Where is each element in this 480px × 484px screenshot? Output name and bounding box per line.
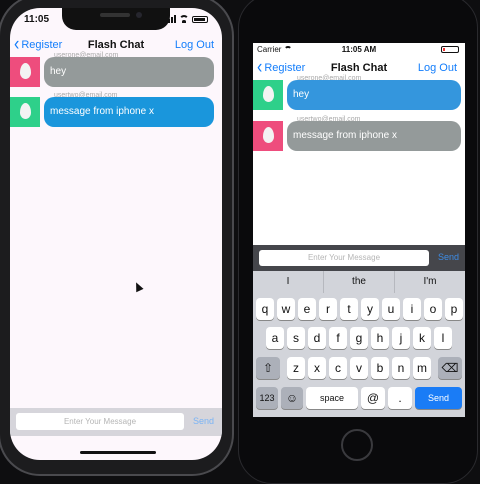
message-input-bar: Enter Your Message Send	[253, 245, 465, 271]
message-text: message from iphone x	[293, 130, 397, 141]
delete-key[interactable]: ⌫	[438, 357, 462, 379]
prediction-item[interactable]: the	[324, 271, 395, 293]
key-o[interactable]: o	[424, 298, 442, 320]
key-y[interactable]: y	[361, 298, 379, 320]
dot-key[interactable]: .	[388, 387, 412, 409]
logout-button[interactable]: Log Out	[418, 62, 457, 74]
key-h[interactable]: h	[371, 327, 389, 349]
message-input[interactable]: Enter Your Message	[16, 413, 184, 430]
message-input-bar: Enter Your Message Send	[10, 408, 222, 436]
key-w[interactable]: w	[277, 298, 295, 320]
send-button[interactable]: Send	[438, 252, 459, 262]
egg-avatar-green	[253, 80, 283, 110]
key-i[interactable]: i	[403, 298, 421, 320]
notch	[62, 8, 170, 30]
message-text: hey	[50, 66, 67, 77]
message-cell: usertwo@email.com message from iphone x	[253, 116, 465, 151]
key-row-1: q w e r t y u i o p	[253, 298, 465, 320]
egg-icon	[20, 63, 31, 79]
key-b[interactable]: b	[371, 357, 389, 379]
at-key[interactable]: @	[361, 387, 385, 409]
egg-avatar-pink	[253, 121, 283, 151]
emoji-key[interactable]: ☺	[281, 387, 303, 409]
space-key[interactable]: space	[306, 387, 358, 409]
key-row-3: ⇧ z x c v b n m ⌫	[253, 357, 465, 379]
egg-icon	[263, 86, 274, 102]
key-g[interactable]: g	[350, 327, 368, 349]
egg-icon	[20, 103, 31, 119]
key-c[interactable]: c	[329, 357, 347, 379]
key-d[interactable]: d	[308, 327, 326, 349]
iphone-8-device: Carrier 11:05 AM ‹ Register Flash Chat L…	[238, 0, 478, 484]
battery-icon	[441, 46, 459, 53]
shift-icon: ⇧	[262, 361, 274, 375]
message-bubble: hey	[44, 57, 214, 87]
key-j[interactable]: j	[392, 327, 410, 349]
egg-icon	[263, 127, 274, 143]
message-cell: usertwo@email.com message from iphone x	[10, 92, 222, 127]
wifi-icon	[179, 15, 189, 23]
key-q[interactable]: q	[256, 298, 274, 320]
message-bubble: message from iphone x	[44, 97, 214, 127]
key-l[interactable]: l	[434, 327, 452, 349]
message-bubble: hey	[287, 80, 461, 110]
key-m[interactable]: m	[413, 357, 431, 379]
key-e[interactable]: e	[298, 298, 316, 320]
return-send-key[interactable]: Send	[415, 387, 462, 409]
numbers-key[interactable]: 123	[256, 387, 278, 409]
key-u[interactable]: u	[382, 298, 400, 320]
message-text: message from iphone x	[50, 106, 154, 117]
prediction-item[interactable]: I	[253, 271, 324, 293]
iphone-8-screen: Carrier 11:05 AM ‹ Register Flash Chat L…	[253, 43, 465, 417]
status-bar: Carrier 11:05 AM	[253, 43, 465, 55]
message-text: hey	[293, 89, 310, 100]
key-p[interactable]: p	[445, 298, 463, 320]
battery-icon	[192, 15, 208, 23]
logout-button[interactable]: Log Out	[175, 39, 214, 51]
predictive-bar: I the I'm	[253, 271, 465, 293]
key-f[interactable]: f	[329, 327, 347, 349]
iphone-x-device: 11:05 ‹ Register Flash Chat Log Out user…	[0, 0, 234, 476]
message-cell: userone@email.com hey	[10, 52, 222, 87]
key-z[interactable]: z	[287, 357, 305, 379]
delete-icon: ⌫	[441, 361, 459, 375]
key-row-2: a s d f g h j k l	[253, 327, 465, 349]
key-s[interactable]: s	[287, 327, 305, 349]
send-button[interactable]: Send	[193, 416, 214, 426]
status-time: 11:05 AM	[341, 45, 377, 54]
key-x[interactable]: x	[308, 357, 326, 379]
message-bubble: message from iphone x	[287, 121, 461, 151]
key-row-4: 123 ☺ space @ . Send	[253, 387, 465, 409]
key-k[interactable]: k	[413, 327, 431, 349]
key-t[interactable]: t	[340, 298, 358, 320]
egg-avatar-green	[10, 97, 40, 127]
iphone-x-screen: 11:05 ‹ Register Flash Chat Log Out user…	[10, 8, 222, 460]
key-r[interactable]: r	[319, 298, 337, 320]
egg-avatar-pink	[10, 57, 40, 87]
home-button[interactable]	[341, 429, 373, 461]
key-n[interactable]: n	[392, 357, 410, 379]
emoji-icon: ☺	[285, 391, 299, 405]
message-input[interactable]: Enter Your Message	[259, 250, 429, 266]
home-indicator[interactable]	[80, 451, 156, 454]
prediction-item[interactable]: I'm	[395, 271, 465, 293]
key-a[interactable]: a	[266, 327, 284, 349]
keyboard: I the I'm q w e r t y u i o p a s d f g …	[253, 271, 465, 417]
status-time: 11:05	[24, 14, 50, 25]
message-cell: userone@email.com hey	[253, 75, 465, 110]
key-v[interactable]: v	[350, 357, 368, 379]
shift-key[interactable]: ⇧	[256, 357, 280, 379]
